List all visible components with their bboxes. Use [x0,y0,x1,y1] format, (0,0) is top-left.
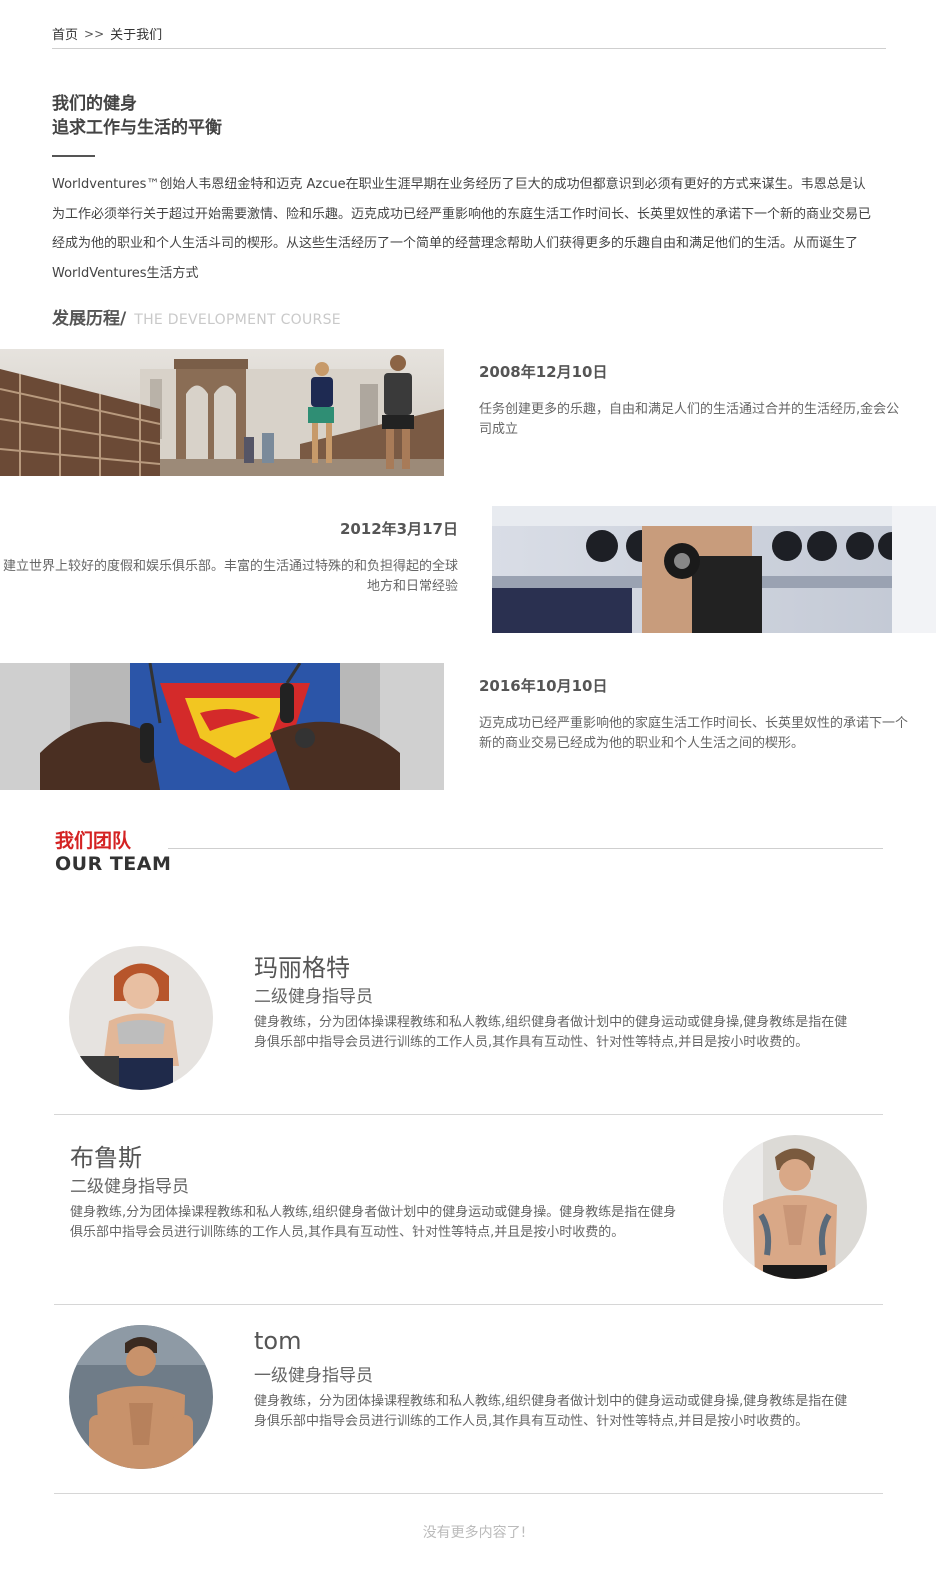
development-heading-en: THE DEVELOPMENT COURSE [134,312,341,328]
avatar [723,1135,867,1279]
member-divider [54,1114,883,1115]
development-heading: 发展历程/ THE DEVELOPMENT COURSE [52,304,341,329]
bridge-runners-photo [0,349,444,476]
breadcrumb-home-link[interactable]: 首页 [52,24,78,43]
breadcrumb-separator: >> [84,26,105,41]
intro-title: 我们的健身 追求工作与生活的平衡 [52,92,222,140]
breadcrumb: 首页 >> 关于我们 [52,24,163,44]
no-more-content: 没有更多内容了! [422,1525,527,1541]
event-desc: 任务创建更多的乐趣，自由和满足人们的生活通过合并的生活经历,金会公司成立 [479,402,900,437]
member-desc: 健身教练,分为团体操课程教练和私人教练,组织健身者做计划中的健身运动或健身操。健… [70,1205,677,1240]
event-desc: 迈克成功已经严重影响他的家庭生活工作时间长、长英里奴性的承诺下一个新的商业交易已… [479,716,909,751]
team-heading-en: OUR TEAM [55,853,172,875]
member-role: 一级健身指导员 [254,1366,373,1386]
dumbbell-workout-photo [492,506,936,633]
member-role: 二级健身指导员 [254,987,373,1007]
intro-title-line2: 追求工作与生活的平衡 [52,118,222,138]
member-name: 布鲁斯 [70,1144,142,1172]
development-heading-cn: 发展历程/ [52,309,127,329]
member-desc: 健身教练，分为团体操课程教练和私人教练,组织健身者做计划中的健身运动或健身操,健… [254,1015,848,1050]
intro-accent-bar [52,155,95,157]
member-divider [54,1304,883,1305]
event-date: 2016年10月10日 [479,677,608,695]
breadcrumb-current: 关于我们 [110,28,163,43]
avatar [69,1325,213,1469]
cable-training-photo [0,663,444,790]
intro-title-line1: 我们的健身 [52,94,137,114]
member-name: 玛丽格特 [254,954,350,982]
member-role: 二级健身指导员 [70,1177,189,1197]
event-date: 2012年3月17日 [339,520,458,538]
member-name: tom [254,1327,302,1355]
event-date: 2008年12月10日 [479,363,608,381]
member-desc: 健身教练，分为团体操课程教练和私人教练,组织健身者做计划中的健身运动或健身操,健… [254,1394,848,1429]
member-divider [54,1493,883,1494]
event-desc: 建立世界上较好的度假和娱乐俱乐部。丰富的生活通过特殊的和负担得起的全球地方和日常… [2,559,458,594]
avatar [69,946,213,1090]
team-heading-cn: 我们团队 [55,830,132,852]
breadcrumb-divider [52,48,886,49]
team-heading-divider [168,848,883,849]
intro-paragraph: Worldventures™创始人韦恩纽金特和迈克 Azcue在职业生涯早期在业… [52,177,872,281]
